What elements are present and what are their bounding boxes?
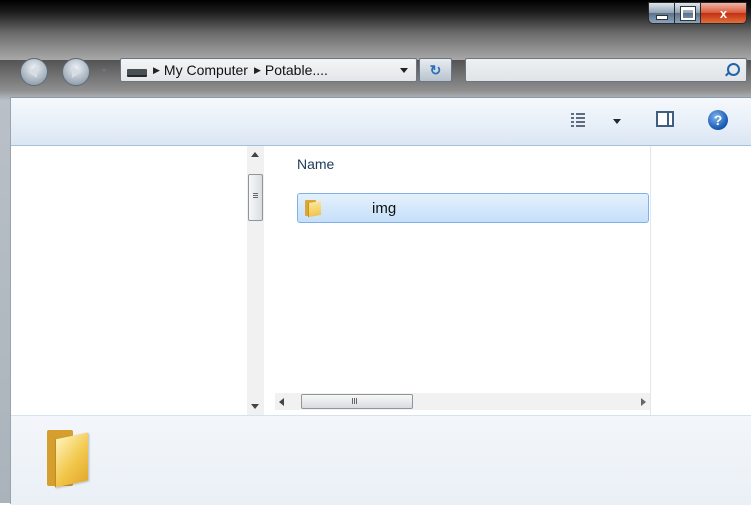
forward-arrow-icon [72,66,81,78]
folder-icon [305,200,321,218]
folder-icon [47,430,91,488]
views-dropdown-icon[interactable] [613,119,621,124]
caption-buttons: x [648,2,747,24]
search-icon[interactable] [727,63,740,76]
close-button[interactable]: x [701,2,747,24]
details-pane [11,415,751,505]
address-dropdown-icon[interactable] [400,67,408,73]
list-item[interactable]: img [297,193,649,223]
back-arrow-icon [28,66,37,78]
drive-icon [127,69,147,77]
column-header-name[interactable]: Name [297,156,334,172]
maximize-icon [680,6,695,20]
grip-icon [253,193,258,194]
grip-icon [352,398,353,404]
back-button[interactable] [20,58,48,86]
file-list[interactable]: Name img [275,146,650,393]
refresh-button[interactable]: ↻ [419,58,452,82]
title-bar[interactable] [0,0,751,60]
minimize-button[interactable] [648,2,675,24]
scroll-up-icon[interactable] [251,152,259,157]
recent-pages-dropdown[interactable] [101,69,107,73]
navigation-pane-scrollbar[interactable] [247,146,264,415]
chevron-right-icon[interactable]: ▶ [254,65,261,76]
refresh-icon: ↻ [429,62,442,78]
scroll-left-icon[interactable] [279,398,284,406]
explorer-window: x ▶ My Computer ▶ Potable.... ↻ ? Name i… [0,0,751,505]
scroll-down-icon[interactable] [251,404,259,409]
forward-button[interactable] [62,58,90,86]
file-list-horizontal-scrollbar[interactable] [275,393,650,410]
list-item-label: img [372,200,397,217]
navigation-pane[interactable] [11,146,247,415]
breadcrumb-my-computer[interactable]: My Computer [164,62,248,78]
views-icon[interactable] [571,113,585,127]
explorer-client-area: ? Name img [10,97,751,505]
navigation-bar: ▶ My Computer ▶ Potable.... ↻ [0,52,751,92]
divider [650,146,651,415]
chevron-right-icon[interactable]: ▶ [153,65,160,76]
help-icon[interactable]: ? [708,110,728,130]
search-input[interactable] [465,58,747,82]
scrollbar-thumb[interactable] [301,394,413,409]
close-icon: x [719,5,728,21]
scrollbar-thumb[interactable] [248,174,263,221]
command-bar: ? [11,98,751,146]
breadcrumb-potable[interactable]: Potable.... [265,62,328,78]
preview-pane-icon[interactable] [656,111,674,127]
scroll-right-icon[interactable] [641,398,646,406]
minimize-icon [655,14,668,20]
maximize-button[interactable] [675,2,701,24]
address-bar[interactable]: ▶ My Computer ▶ Potable.... [120,58,417,82]
